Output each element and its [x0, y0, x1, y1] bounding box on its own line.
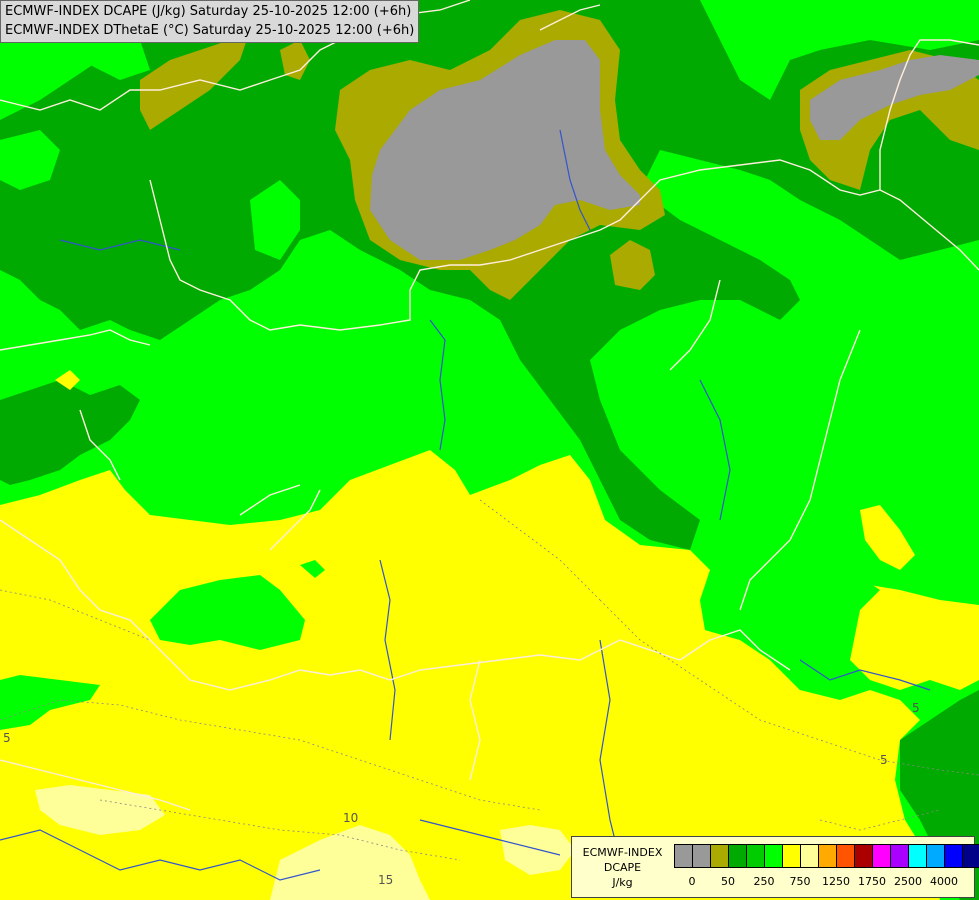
legend-color-scale	[674, 844, 979, 868]
legend-tick: 0	[688, 875, 696, 888]
legend-swatch	[747, 845, 765, 867]
contour-label-5: 15	[378, 873, 393, 887]
legend-unit: J/kg	[612, 876, 633, 889]
contour-label-2: 10	[343, 811, 358, 825]
color-legend: ECMWF-INDEX DCAPE J/kg 0 50 250 750 1250 1750…	[571, 836, 979, 898]
contour-label-4: 5	[912, 701, 920, 715]
legend-tick: 1250	[822, 875, 850, 888]
legend-swatch	[837, 845, 855, 867]
legend-swatch	[873, 845, 891, 867]
legend-tick-labels: 0 50 250 750 1250 1750 2500 4000	[674, 875, 974, 889]
map-title-dthetae: ECMWF-INDEX DThetaE (°C) Saturday 25-10-…	[5, 23, 415, 38]
map-title-box: ECMWF-INDEX DCAPE (J/kg) Saturday 25-10-…	[0, 0, 420, 43]
legend-swatch	[693, 845, 711, 867]
legend-swatch	[945, 845, 963, 867]
legend-tick: 4000	[930, 875, 958, 888]
legend-tick: 2500	[894, 875, 922, 888]
legend-tick: 250	[753, 875, 775, 888]
legend-swatch	[711, 845, 729, 867]
legend-tick: 1750	[858, 875, 886, 888]
legend-variable: DCAPE	[603, 861, 642, 874]
dcape-map: 5 10 5 5 15	[0, 0, 979, 900]
legend-swatch	[891, 845, 909, 867]
legend-swatch	[855, 845, 873, 867]
legend-tick: 50	[721, 875, 735, 888]
legend-model-name: ECMWF-INDEX	[582, 846, 663, 859]
legend-swatch	[675, 845, 693, 867]
legend-swatch	[909, 845, 927, 867]
legend-swatch	[729, 845, 747, 867]
legend-swatch	[963, 845, 979, 867]
contour-label-1: 5	[3, 731, 11, 745]
map-viewer: 5 10 5 5 15 ECMWF-INDEX DCAPE (J/kg) Sat…	[0, 0, 979, 900]
legend-swatch	[927, 845, 945, 867]
map-title-dcape: ECMWF-INDEX DCAPE (J/kg) Saturday 25-10-…	[5, 4, 412, 19]
legend-swatch	[765, 845, 783, 867]
legend-swatch	[819, 845, 837, 867]
legend-swatch	[783, 845, 801, 867]
contour-label-3: 5	[880, 753, 888, 767]
legend-label: ECMWF-INDEX DCAPE J/kg	[576, 845, 669, 890]
legend-tick: 750	[789, 875, 811, 888]
legend-swatch	[801, 845, 819, 867]
